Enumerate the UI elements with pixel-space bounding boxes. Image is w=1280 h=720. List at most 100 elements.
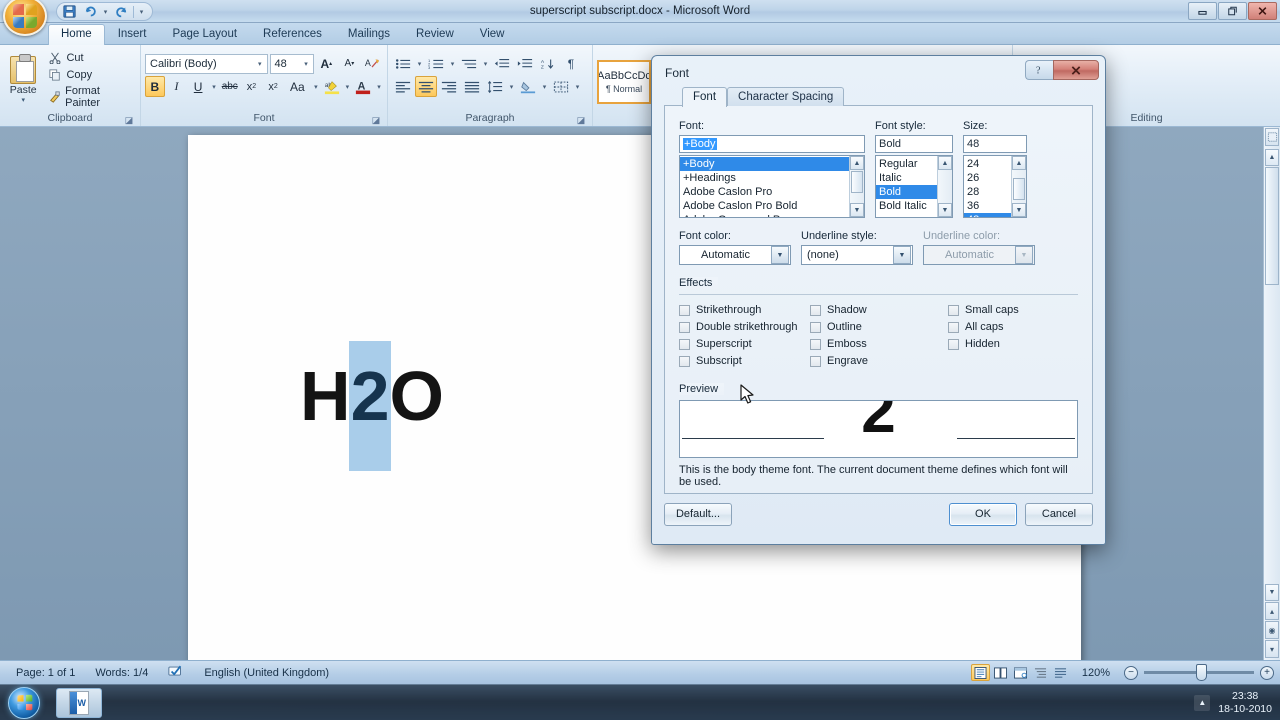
- small-caps-checkbox-row[interactable]: Small caps: [948, 304, 1078, 316]
- superscript-checkbox[interactable]: [679, 338, 690, 350]
- start-button[interactable]: [8, 686, 40, 719]
- font-size-listbox[interactable]: 24 26 28 36 48 ▲ ▼: [963, 155, 1027, 218]
- double-strikethrough-checkbox-row[interactable]: Double strikethrough: [679, 321, 810, 333]
- hidden-checkbox[interactable]: [948, 338, 959, 350]
- size-list-scroll-thumb[interactable]: [1013, 178, 1025, 200]
- proofing-status-icon[interactable]: [158, 665, 194, 681]
- text-highlight-color-button[interactable]: ab: [322, 76, 342, 97]
- emboss-checkbox-row[interactable]: Emboss: [810, 338, 948, 350]
- underline-button[interactable]: U: [188, 76, 208, 97]
- grow-font-button[interactable]: A ▴: [316, 53, 337, 74]
- style-list-scroll-down[interactable]: ▼: [938, 203, 952, 217]
- borders-dropdown-icon[interactable]: ▾: [573, 83, 582, 91]
- style-list-scrollbar[interactable]: ▲ ▼: [937, 156, 952, 217]
- font-list-scroll-thumb[interactable]: [851, 171, 863, 193]
- font-name-combo[interactable]: Calibri (Body) ▾: [145, 53, 268, 74]
- outline-checkbox[interactable]: [810, 321, 821, 333]
- shadow-checkbox-row[interactable]: Shadow: [810, 304, 948, 316]
- paste-caret-icon[interactable]: ▾: [21, 96, 25, 104]
- underline-style-combo[interactable]: (none) ▼: [801, 245, 913, 265]
- engrave-checkbox[interactable]: [810, 355, 821, 367]
- change-case-button[interactable]: Aa: [285, 76, 310, 97]
- previous-page-button[interactable]: ▴: [1265, 602, 1279, 620]
- all-caps-checkbox-row[interactable]: All caps: [948, 321, 1078, 333]
- paste-button[interactable]: Paste ▾: [4, 48, 42, 112]
- save-icon[interactable]: [61, 4, 78, 20]
- outline-checkbox-row[interactable]: Outline: [810, 321, 948, 333]
- close-button[interactable]: [1248, 2, 1277, 20]
- align-right-button[interactable]: [438, 76, 460, 97]
- scroll-split-button[interactable]: [1265, 128, 1279, 146]
- web-layout-button[interactable]: [1011, 664, 1030, 681]
- font-dialog-launcher[interactable]: ◪: [371, 115, 381, 125]
- subscript-button[interactable]: x2: [242, 76, 262, 97]
- size-list-item[interactable]: 36: [964, 199, 1011, 213]
- italic-button[interactable]: I: [167, 76, 187, 97]
- word-count[interactable]: Words: 1/4: [85, 667, 158, 679]
- zoom-track[interactable]: [1144, 664, 1254, 681]
- chevron-down-icon[interactable]: ▼: [771, 246, 789, 264]
- numbering-dropdown-icon[interactable]: ▾: [448, 60, 457, 68]
- help-button[interactable]: ?: [1025, 60, 1053, 80]
- numbering-button[interactable]: 123: [425, 53, 447, 74]
- font-color-dropdown-icon[interactable]: ▾: [375, 83, 383, 91]
- document-text[interactable]: H2O: [300, 341, 444, 471]
- tab-references[interactable]: References: [250, 25, 335, 44]
- line-spacing-dropdown-icon[interactable]: ▾: [507, 83, 516, 91]
- font-size-combo[interactable]: 48 ▾: [269, 53, 314, 74]
- word-taskbar-item[interactable]: W: [56, 687, 102, 718]
- tab-font[interactable]: Font: [682, 87, 728, 107]
- language-indicator[interactable]: English (United Kingdom): [194, 667, 339, 679]
- paragraph-dialog-launcher[interactable]: ◪: [576, 115, 586, 125]
- tab-page-layout[interactable]: Page Layout: [159, 25, 250, 44]
- emboss-checkbox[interactable]: [810, 338, 821, 350]
- zoom-thumb[interactable]: [1196, 664, 1207, 681]
- show-hidden-icons-button[interactable]: ▲: [1194, 694, 1211, 711]
- cancel-button[interactable]: Cancel: [1025, 502, 1093, 526]
- decrease-indent-button[interactable]: [491, 53, 513, 74]
- tab-review[interactable]: Review: [403, 25, 467, 44]
- tab-view[interactable]: View: [467, 25, 518, 44]
- chevron-down-icon[interactable]: ▼: [893, 246, 911, 264]
- font-dialog-close-button[interactable]: [1053, 60, 1099, 80]
- font-style-input[interactable]: Bold: [875, 135, 953, 153]
- scroll-thumb[interactable]: [1265, 167, 1279, 285]
- all-caps-checkbox[interactable]: [948, 321, 959, 333]
- scroll-up-button[interactable]: ▲: [1265, 149, 1279, 166]
- undo-dropdown-icon[interactable]: ▾: [101, 8, 110, 16]
- shading-dropdown-icon[interactable]: ▾: [540, 83, 549, 91]
- align-left-button[interactable]: [392, 76, 414, 97]
- tab-character-spacing[interactable]: Character Spacing: [727, 87, 845, 106]
- subscript-checkbox[interactable]: [679, 355, 690, 367]
- style-list-item[interactable]: Italic: [876, 171, 937, 185]
- redo-icon[interactable]: [113, 4, 130, 20]
- style-gallery-item-normal[interactable]: AaBbCcDc ¶ Normal: [597, 60, 651, 104]
- clipboard-dialog-launcher[interactable]: ◪: [124, 115, 134, 125]
- font-name-listbox[interactable]: +Body +Headings Adobe Caslon Pro Adobe C…: [679, 155, 865, 218]
- subscript-checkbox-row[interactable]: Subscript: [679, 355, 810, 367]
- superscript-checkbox-row[interactable]: Superscript: [679, 338, 810, 350]
- style-list-item[interactable]: Bold: [876, 185, 937, 199]
- font-list-scroll-down[interactable]: ▼: [850, 203, 864, 217]
- font-size-input[interactable]: 48: [963, 135, 1027, 153]
- font-list-item[interactable]: Adobe Caslon Pro Bold: [680, 199, 849, 213]
- justify-button[interactable]: [461, 76, 483, 97]
- font-color-button[interactable]: A: [353, 76, 373, 97]
- align-center-button[interactable]: [415, 76, 437, 97]
- font-list-scrollbar[interactable]: ▲ ▼: [849, 156, 864, 217]
- full-screen-reading-button[interactable]: [991, 664, 1010, 681]
- shading-button[interactable]: [517, 76, 539, 97]
- ok-button[interactable]: OK: [949, 502, 1017, 526]
- tab-insert[interactable]: Insert: [105, 25, 160, 44]
- font-list-scroll-up[interactable]: ▲: [850, 156, 864, 170]
- scroll-down-button[interactable]: ▼: [1265, 584, 1279, 601]
- strikethrough-checkbox[interactable]: [679, 304, 690, 316]
- page-indicator[interactable]: Page: 1 of 1: [6, 667, 85, 679]
- clear-formatting-button[interactable]: A: [362, 53, 383, 74]
- clock[interactable]: 23:38 18-10-2010: [1218, 690, 1272, 716]
- engrave-checkbox-row[interactable]: Engrave: [810, 355, 948, 367]
- small-caps-checkbox[interactable]: [948, 304, 959, 316]
- double-strikethrough-checkbox[interactable]: [679, 321, 690, 333]
- font-list-item[interactable]: Adobe Garamond Pro: [680, 213, 849, 217]
- sort-button[interactable]: AZ: [537, 53, 559, 74]
